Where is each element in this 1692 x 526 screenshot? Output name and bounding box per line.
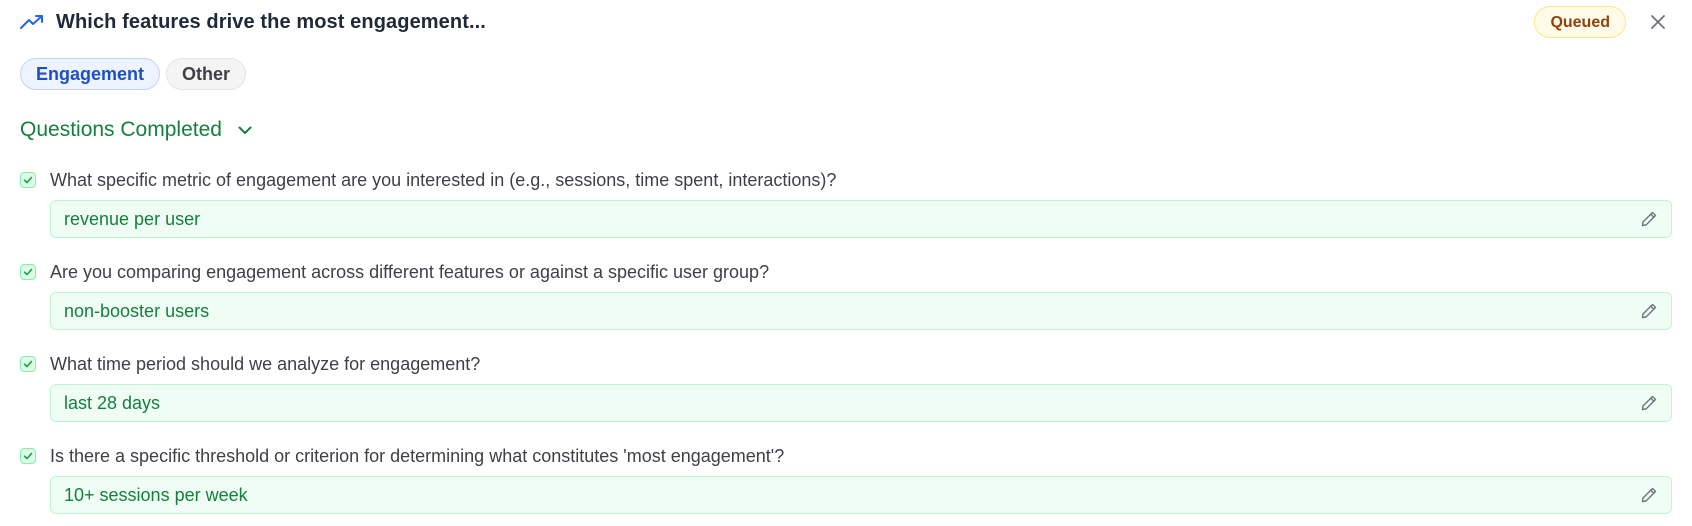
pencil-icon[interactable] bbox=[1639, 393, 1659, 413]
check-icon bbox=[20, 356, 36, 372]
answer-field[interactable]: 10+ sessions per week bbox=[50, 476, 1672, 514]
section-title: Questions Completed bbox=[20, 118, 222, 141]
tag-engagement[interactable]: Engagement bbox=[20, 58, 161, 90]
status-badge: Queued bbox=[1534, 6, 1626, 38]
tag-list: Engagement Other bbox=[20, 58, 247, 90]
question-item: What specific metric of engagement are y… bbox=[20, 166, 1672, 238]
answer-field[interactable]: revenue per user bbox=[50, 200, 1672, 238]
close-icon[interactable] bbox=[1646, 10, 1670, 34]
check-icon bbox=[20, 172, 36, 188]
answer-text: revenue per user bbox=[64, 208, 201, 229]
pencil-icon[interactable] bbox=[1639, 209, 1659, 229]
chevron-down-icon bbox=[236, 121, 254, 139]
question-text: Is there a specific threshold or criteri… bbox=[50, 445, 785, 466]
questions-completed-toggle[interactable]: Questions Completed bbox=[20, 114, 254, 146]
tag-other[interactable]: Other bbox=[166, 58, 247, 90]
question-text: What time period should we analyze for e… bbox=[50, 353, 481, 374]
trending-up-icon bbox=[20, 10, 44, 34]
check-icon bbox=[20, 448, 36, 464]
question-item: Is there a specific threshold or criteri… bbox=[20, 442, 1672, 514]
answer-field[interactable]: last 28 days bbox=[50, 384, 1672, 422]
answer-field[interactable]: non-booster users bbox=[50, 292, 1672, 330]
question-text: What specific metric of engagement are y… bbox=[50, 169, 837, 190]
answer-text: non-booster users bbox=[64, 300, 210, 321]
page-title: Which features drive the most engagement… bbox=[56, 10, 486, 33]
check-icon bbox=[20, 264, 36, 280]
header: Which features drive the most engagement… bbox=[20, 0, 1670, 44]
question-item: Are you comparing engagement across diff… bbox=[20, 258, 1672, 330]
pencil-icon[interactable] bbox=[1639, 485, 1659, 505]
answer-text: 10+ sessions per week bbox=[64, 484, 248, 505]
answer-text: last 28 days bbox=[64, 392, 161, 413]
question-text: Are you comparing engagement across diff… bbox=[50, 261, 770, 282]
question-item: What time period should we analyze for e… bbox=[20, 350, 1672, 422]
pencil-icon[interactable] bbox=[1639, 301, 1659, 321]
